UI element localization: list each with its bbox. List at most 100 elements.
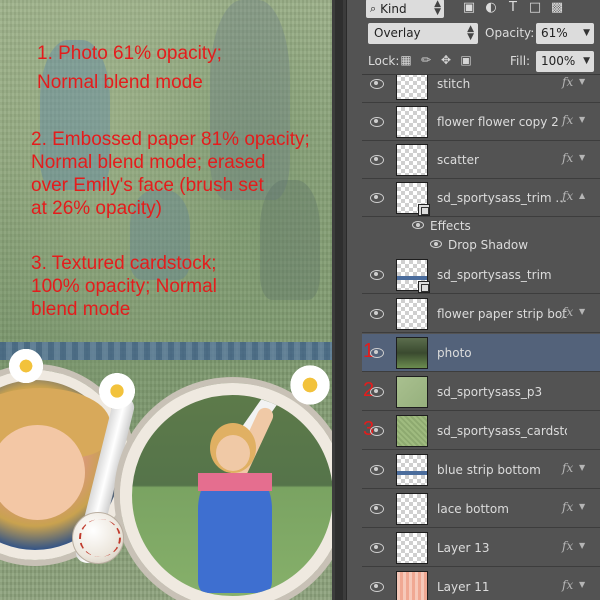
layer-name: photo <box>437 346 472 360</box>
fx-icon[interactable]: fx <box>562 539 573 553</box>
panel-separator <box>346 0 362 600</box>
visibility-eye-icon[interactable] <box>370 267 384 281</box>
layer-name: sd_sportysass_cardsto... <box>437 424 567 438</box>
visibility-eye-icon[interactable] <box>370 423 384 437</box>
layer-thumbnail <box>396 75 428 100</box>
visibility-eye-icon[interactable] <box>370 114 384 128</box>
girl-dress-band <box>198 473 272 491</box>
layer-row-blue-strip-bottom[interactable]: blue strip bottom fx ▼ <box>362 451 600 489</box>
fx-icon[interactable]: fx <box>562 578 573 592</box>
layer-row-layer-11[interactable]: Layer 11 fx ▼ <box>362 568 600 600</box>
visibility-eye-icon[interactable] <box>370 384 384 398</box>
adjustment-filter-icon[interactable]: ◐ <box>483 0 499 16</box>
fx-icon[interactable]: fx <box>562 189 573 203</box>
photo-frame-right <box>120 383 332 600</box>
chevron-down-icon[interactable]: ▼ <box>579 580 585 589</box>
annotation-2: 2. Embossed paper 81% opacity; Normal bl… <box>31 129 310 219</box>
layer-name: blue strip bottom <box>437 463 541 477</box>
layer-thumbnail <box>396 493 428 525</box>
layer-thumbnail <box>396 454 428 486</box>
fx-icon[interactable]: fx <box>562 151 573 165</box>
fx-icon[interactable]: fx <box>562 461 573 475</box>
chevron-down-icon[interactable]: ▼ <box>579 77 585 86</box>
fill-label: Fill: <box>510 54 531 68</box>
visibility-eye-icon[interactable] <box>370 306 384 320</box>
layer-row-sd-sportysass-cardstock[interactable]: 3 sd_sportysass_cardsto... <box>362 412 600 450</box>
image-filter-icon[interactable]: ▣ <box>461 0 477 16</box>
layer-row-sd-sportysass-trim[interactable]: sd_sportysass_trim <box>362 256 600 294</box>
fx-icon[interactable]: fx <box>562 75 573 89</box>
smart-object-icon <box>418 281 430 293</box>
layer-name: lace bottom <box>437 502 509 516</box>
blend-mode-value: Overlay <box>374 26 421 40</box>
layer-name: sd_sportysass_p3 <box>437 385 543 399</box>
chevron-down-icon[interactable]: ▼ <box>579 463 585 472</box>
lock-position-icon[interactable]: ✥ <box>438 52 454 68</box>
chevron-down-icon[interactable]: ▼ <box>583 23 590 44</box>
filter-kind-select[interactable]: ⌕ Kind ▲ ▼ <box>366 0 444 18</box>
lock-row: Lock: ▦ ✏ ✥ ▣ Fill: 100% ▼ <box>362 50 600 72</box>
annotation-3: 3. Textured cardstock; 100% opacity; Nor… <box>31 253 217 320</box>
layer-name: flower flower copy 2 <box>437 115 559 129</box>
girl-dress <box>198 473 272 593</box>
type-filter-icon[interactable]: T <box>505 0 521 16</box>
daisy-embellishment <box>96 370 138 412</box>
chevron-down-icon[interactable]: ▼ <box>579 153 585 162</box>
layer-row-flower-flower-copy-2[interactable]: flower flower copy 2 fx ▼ <box>362 103 600 141</box>
lock-transparent-pixels-icon[interactable]: ▦ <box>398 52 414 68</box>
chevron-down-icon[interactable]: ▼ <box>579 541 585 550</box>
dropdown-arrows-icon: ▲ ▼ <box>434 0 441 17</box>
opacity-field[interactable]: 61% ▼ <box>536 23 594 44</box>
effect-eye-icon[interactable] <box>430 240 442 248</box>
fx-icon[interactable]: fx <box>562 305 573 319</box>
layer-row-stitch[interactable]: stitch fx ▼ <box>362 75 600 103</box>
layer-row-lace-bottom[interactable]: lace bottom fx ▼ <box>362 490 600 528</box>
filter-kind-label: Kind <box>380 1 407 16</box>
layer-thumbnail <box>396 415 428 447</box>
child-face <box>0 425 85 520</box>
fill-field[interactable]: 100% ▼ <box>536 51 594 72</box>
fx-icon[interactable]: fx <box>562 113 573 127</box>
drop-shadow-effect-row[interactable]: Drop Shadow <box>362 236 600 255</box>
visibility-eye-icon[interactable] <box>370 76 384 90</box>
chevron-down-icon[interactable]: ▼ <box>579 502 585 511</box>
smart-object-icon <box>418 204 430 216</box>
girl-face <box>216 435 250 471</box>
layer-effects-row[interactable]: Effects <box>362 217 600 236</box>
layer-row-sd-sportysass-p3[interactable]: 2 sd_sportysass_p3 <box>362 373 600 411</box>
chevron-down-icon[interactable]: ▼ <box>583 51 590 72</box>
search-icon: ⌕ <box>370 1 377 15</box>
lock-all-icon[interactable]: ▣ <box>458 52 474 68</box>
layer-thumbnail <box>396 298 428 330</box>
effects-eye-icon[interactable] <box>412 221 424 229</box>
visibility-eye-icon[interactable] <box>370 152 384 166</box>
visibility-eye-icon[interactable] <box>370 540 384 554</box>
canvas-scrollbar[interactable] <box>332 0 346 600</box>
effects-label: Effects <box>430 219 471 233</box>
layer-row-layer-13[interactable]: Layer 13 fx ▼ <box>362 529 600 567</box>
chevron-down-icon[interactable]: ▼ <box>579 307 585 316</box>
opacity-label: Opacity: <box>485 26 535 40</box>
blend-mode-select[interactable]: Overlay ▲ ▼ <box>368 23 478 44</box>
canvas-scrollbar-thumb[interactable] <box>335 0 343 600</box>
layer-row-scatter[interactable]: scatter fx ▼ <box>362 141 600 179</box>
blend-row: Overlay ▲ ▼ Opacity: 61% ▼ <box>362 23 600 45</box>
visibility-eye-icon[interactable] <box>370 579 384 593</box>
layer-name: Layer 13 <box>437 541 490 555</box>
smart-object-filter-icon[interactable]: ▩ <box>549 0 565 16</box>
fx-icon[interactable]: fx <box>562 500 573 514</box>
layer-row-sd-sportysass-trim-copy[interactable]: sd_sportysass_trim ... fx ▲ <box>362 179 600 217</box>
shape-filter-icon[interactable]: □ <box>527 0 543 16</box>
chevron-up-icon[interactable]: ▲ <box>579 191 585 200</box>
annotation-1-line-2: Normal blend mode <box>37 72 203 93</box>
visibility-eye-icon[interactable] <box>370 501 384 515</box>
visibility-eye-icon[interactable] <box>370 462 384 476</box>
lock-image-pixels-icon[interactable]: ✏ <box>418 52 434 68</box>
visibility-eye-icon[interactable] <box>370 190 384 204</box>
layer-row-flower-paper-strip-bot[interactable]: flower paper strip bot fx ▼ <box>362 295 600 333</box>
chevron-down-icon[interactable]: ▼ <box>579 115 585 124</box>
document-canvas[interactable]: 1. Photo 61% opacity; Normal blend mode … <box>0 0 332 600</box>
drop-shadow-label: Drop Shadow <box>448 238 529 252</box>
layer-row-photo[interactable]: 1 photo <box>362 334 600 372</box>
visibility-eye-icon[interactable] <box>370 345 384 359</box>
